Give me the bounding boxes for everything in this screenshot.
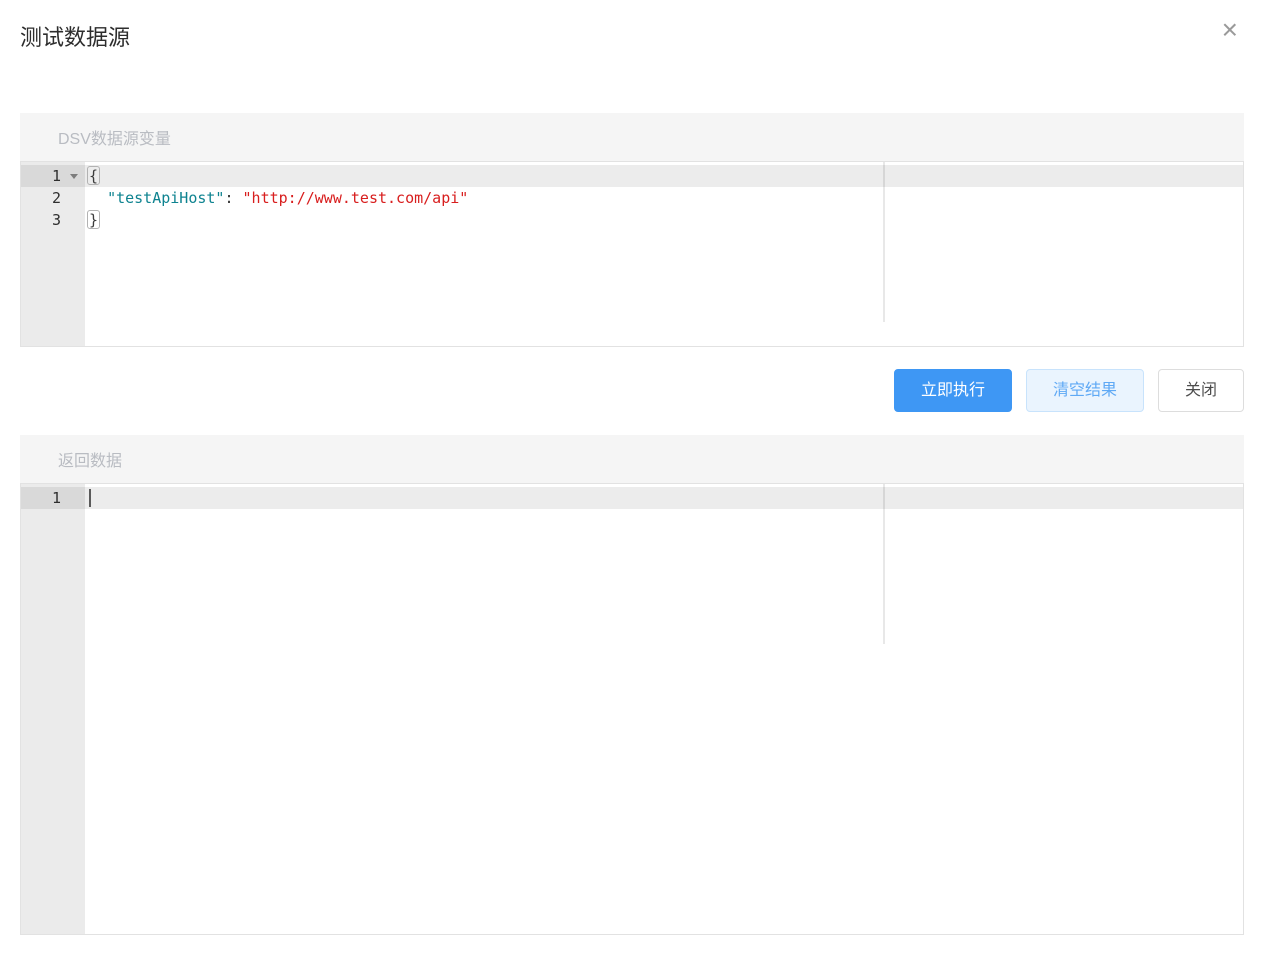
- result-panel-header: 返回数据: [20, 435, 1244, 483]
- text-cursor: [89, 489, 91, 507]
- dsv-editor-gutter: 123: [21, 162, 85, 346]
- line-number: 3: [21, 209, 85, 231]
- dsv-editor-content[interactable]: { "testApiHost": "http://www.test.com/ap…: [85, 162, 1243, 346]
- dialog-header: 测试数据源 ×: [20, 0, 1244, 52]
- dsv-panel-header: DSV数据源变量: [20, 113, 1244, 161]
- test-datasource-dialog: 测试数据源 × DSV数据源变量 123 { "testApiHost": "h…: [0, 0, 1264, 972]
- close-icon[interactable]: ×: [1222, 16, 1238, 44]
- result-code-lines: [85, 484, 1243, 509]
- code-line: {: [85, 165, 1243, 187]
- code-line: [85, 487, 1243, 509]
- dsv-code-editor[interactable]: 123 { "testApiHost": "http://www.test.co…: [20, 161, 1244, 347]
- dsv-panel: DSV数据源变量 123 { "testApiHost": "http://ww…: [20, 113, 1244, 347]
- close-button[interactable]: 关闭: [1158, 369, 1244, 412]
- execute-button[interactable]: 立即执行: [894, 369, 1012, 412]
- result-panel-title: 返回数据: [58, 447, 122, 471]
- result-panel: 返回数据 1: [20, 435, 1244, 935]
- line-number: 1: [21, 487, 85, 509]
- dialog-title: 测试数据源: [20, 24, 1244, 52]
- line-number: 2: [21, 187, 85, 209]
- result-editor-gutter: 1: [21, 484, 85, 934]
- code-line: "testApiHost": "http://www.test.com/api": [85, 187, 1243, 209]
- dsv-code-lines: { "testApiHost": "http://www.test.com/ap…: [85, 162, 1243, 231]
- action-button-row: 立即执行 清空结果 关闭: [20, 369, 1244, 412]
- line-number: 1: [21, 165, 85, 187]
- result-editor-content[interactable]: [85, 484, 1243, 934]
- dsv-panel-title: DSV数据源变量: [58, 125, 171, 149]
- clear-results-button[interactable]: 清空结果: [1026, 369, 1144, 412]
- result-code-editor[interactable]: 1: [20, 483, 1244, 935]
- code-line: }: [85, 209, 1243, 231]
- fold-arrow-icon[interactable]: [70, 174, 78, 179]
